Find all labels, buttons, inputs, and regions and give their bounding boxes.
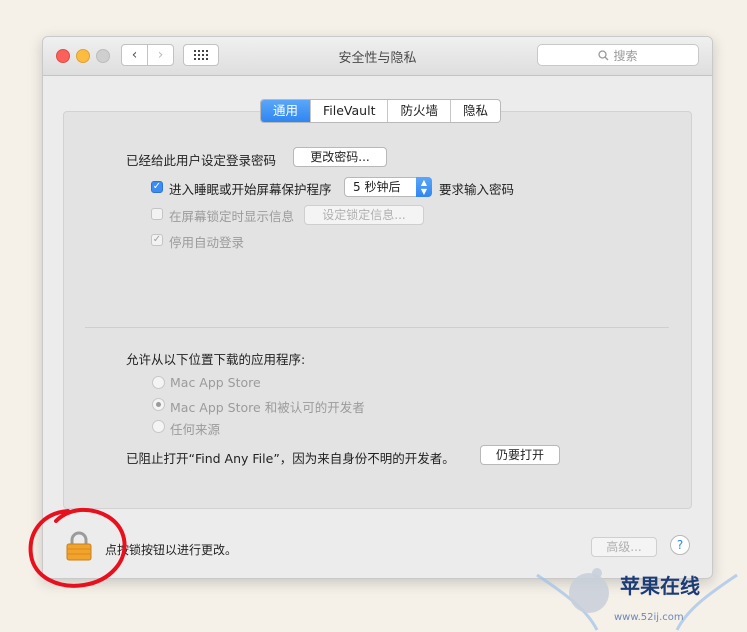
radio-identified-developers[interactable] [152,398,165,411]
radio-mac-app-store[interactable] [152,376,165,389]
set-lock-message-button[interactable]: 设定锁定信息... [304,205,424,225]
watermark-title: 苹果在线 [620,574,700,598]
tab-general[interactable]: 通用 [261,100,311,122]
radio-identified-developers-label: Mac App Store 和被认可的开发者 [170,400,365,415]
search-icon [598,49,609,60]
section-divider [85,327,669,328]
show-message-checkbox[interactable] [151,208,163,220]
disable-autologin-checkbox[interactable]: ✓ [151,234,163,246]
downloads-heading: 允许从以下位置下载的应用程序: [126,352,306,367]
require-password-checkbox[interactable]: ✓ [151,181,163,193]
checkmark-icon: ✓ [152,181,162,192]
disable-autologin-label: 停用自动登录 [169,235,245,250]
advanced-button[interactable]: 高级... [591,537,657,557]
tab-firewall[interactable]: 防火墙 [387,100,450,122]
open-anyway-button[interactable]: 仍要打开 [480,445,560,465]
tab-filevault[interactable]: FileVault [310,100,387,122]
password-set-label: 已经给此用户设定登录密码 [126,153,277,168]
search-field[interactable]: 搜索 [537,44,699,66]
radio-mac-app-store-label: Mac App Store [170,375,261,390]
titlebar: ‹ › 安全性与隐私 搜索 [43,37,712,76]
change-password-button[interactable]: 更改密码... [293,147,387,167]
radio-anywhere-label: 任何来源 [170,422,221,437]
blocked-app-message: 已阻止打开“Find Any File”，因为来自身份不明的开发者。 [126,451,455,466]
tab-bar: 通用 FileVault 防火墙 隐私 [260,99,502,123]
security-privacy-window: ‹ › 安全性与隐私 搜索 通用 FileVault 防火墙 隐私 已经给此用户… [42,36,713,579]
show-message-label: 在屏幕锁定时显示信息 [169,209,295,224]
stepper-arrows-icon: ▲ ▼ [416,177,432,197]
checkmark-icon: ✓ [152,234,162,245]
password-delay-value: 5 秒钟后 [353,180,401,194]
radio-anywhere[interactable] [152,420,165,433]
require-password-label: 进入睡眠或开始屏幕保护程序 [169,182,332,197]
tab-privacy[interactable]: 隐私 [450,100,500,122]
search-placeholder: 搜索 [613,48,638,63]
require-password-suffix: 要求输入密码 [439,182,515,197]
help-button[interactable]: ? [670,535,690,555]
watermark-url: www.52ij.com [614,612,684,623]
red-circle-annotation [28,507,127,588]
password-delay-select[interactable]: 5 秒钟后 ▲ ▼ [344,177,432,197]
